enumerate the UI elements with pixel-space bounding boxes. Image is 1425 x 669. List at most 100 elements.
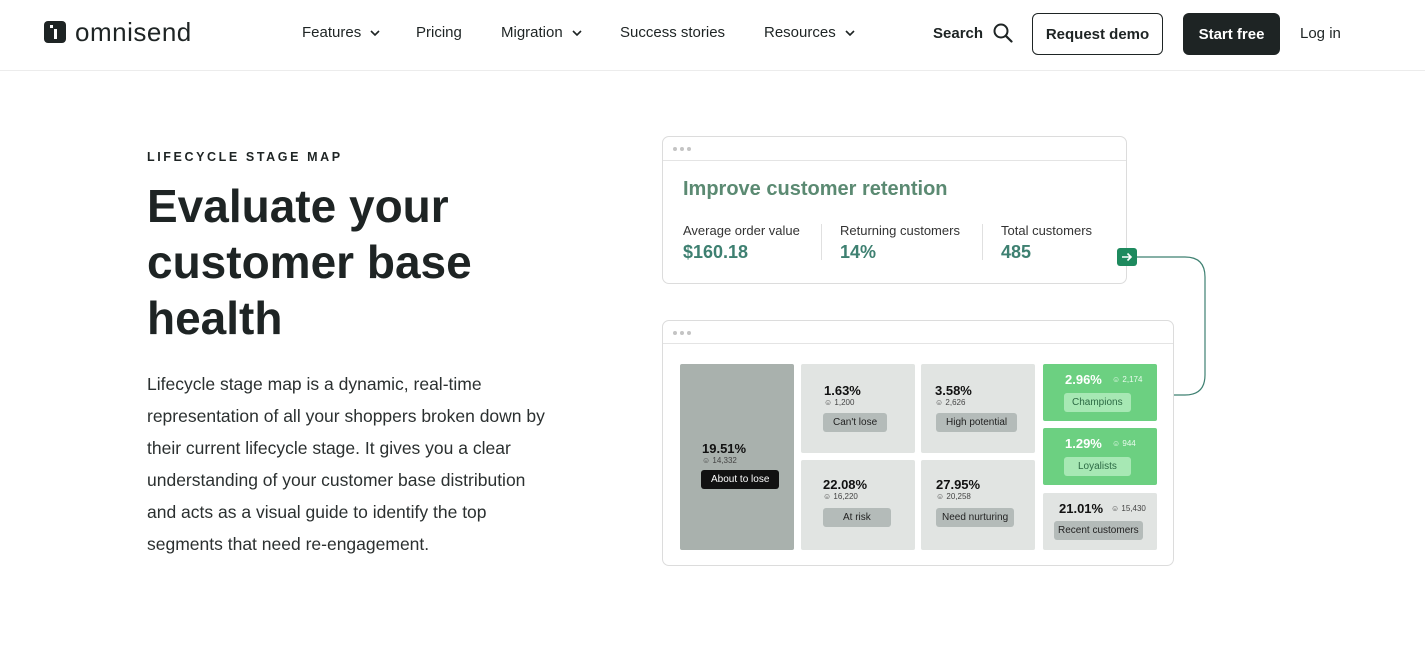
card-window-bar xyxy=(663,137,1126,161)
chevron-down-icon xyxy=(370,30,380,36)
stage-percent: 21.01% xyxy=(1059,501,1104,516)
stage-count: ☺ 2,626 xyxy=(935,398,965,407)
nav-success-stories[interactable]: Success stories xyxy=(620,24,725,42)
nav-resources[interactable]: Resources xyxy=(764,24,855,42)
person-icon: ☺ xyxy=(935,398,944,407)
omnisend-logo[interactable]: omnisend xyxy=(44,19,192,45)
stage-percent: 1.63% xyxy=(824,383,861,398)
stage-count-value: 2,626 xyxy=(945,398,966,407)
stage-count: ☺ 2,174 xyxy=(1112,375,1142,384)
stage-tile-recent-customers[interactable]: 21.01% ☺ 15,430 Recent customers xyxy=(1043,493,1157,550)
person-icon: ☺ xyxy=(824,398,833,407)
stage-tile-loyalists[interactable]: 1.29% ☺ 944 Loyalists xyxy=(1043,428,1157,485)
top-navigation: omnisend Features Pricing Migration Succ… xyxy=(0,0,1425,71)
stage-percent: 19.51% xyxy=(702,441,747,456)
stage-tile-champions[interactable]: 2.96% ☺ 2,174 Champions xyxy=(1043,364,1157,421)
nav-pricing-label: Pricing xyxy=(416,24,462,41)
request-demo-button[interactable]: Request demo xyxy=(1032,13,1163,55)
stage-count: ☺ 1,200 xyxy=(824,398,854,407)
description-line: segments that need re-engagement. xyxy=(147,534,430,554)
retention-card: Improve customer retention Average order… xyxy=(662,136,1127,284)
search-button[interactable]: Search xyxy=(933,23,1013,43)
stage-count: ☺ 944 xyxy=(1112,439,1136,448)
nav-migration-label: Migration xyxy=(501,24,563,41)
metric-divider xyxy=(982,224,983,260)
lifecycle-stage-map-card: 19.51% ☺ 14,332 About to lose 1.63% ☺ 1,… xyxy=(662,320,1174,566)
person-icon: ☺ xyxy=(936,492,945,501)
stage-percent: 1.29% xyxy=(1065,436,1102,451)
stage-percent: 27.95% xyxy=(936,477,981,492)
person-icon: ☺ xyxy=(1112,439,1121,448)
nav-resources-label: Resources xyxy=(764,24,836,41)
metric-divider xyxy=(821,224,822,260)
metric-value: 485 xyxy=(1001,242,1032,262)
window-dots-icon xyxy=(673,331,691,335)
description-line: their current lifecycle stage. It gives … xyxy=(147,438,511,458)
stage-count: ☺ 15,430 xyxy=(1111,504,1146,513)
stage-count: ☺ 14,332 xyxy=(702,456,737,465)
nav-features[interactable]: Features xyxy=(302,24,380,42)
arrow-right-icon xyxy=(1117,248,1137,266)
metric-label: Average order value xyxy=(683,223,800,238)
stage-label: Need nurturing xyxy=(936,508,1015,527)
person-icon: ☺ xyxy=(702,456,711,465)
stage-tile-about-to-lose[interactable]: 19.51% ☺ 14,332 About to lose xyxy=(680,364,794,550)
stage-label: Recent customers xyxy=(1054,521,1143,540)
stage-count-value: 14,332 xyxy=(712,456,737,465)
stage-label: At risk xyxy=(823,508,891,527)
stage-label: Champions xyxy=(1064,393,1131,412)
stage-percent: 2.96% xyxy=(1065,372,1102,387)
card-window-bar xyxy=(663,321,1173,344)
stage-count-value: 1,200 xyxy=(834,398,855,407)
stage-tile-cant-lose[interactable]: 1.63% ☺ 1,200 Can't lose xyxy=(801,364,915,453)
metric-value: $160.18 xyxy=(683,242,749,262)
person-icon: ☺ xyxy=(823,492,832,501)
stage-count-value: 944 xyxy=(1122,439,1136,448)
stage-count: ☺ 16,220 xyxy=(823,492,858,501)
description-line: and acts as a visual guide to identify t… xyxy=(147,502,487,522)
retention-card-title: Improve customer retention xyxy=(683,178,948,200)
stage-tile-need-nurturing[interactable]: 27.95% ☺ 20,258 Need nurturing xyxy=(921,460,1035,550)
metric-label: Total customers xyxy=(1001,223,1093,238)
start-free-button[interactable]: Start free xyxy=(1183,13,1280,55)
stage-count: ☺ 20,258 xyxy=(936,492,971,501)
description-line: Lifecycle stage map is a dynamic, real-t… xyxy=(147,374,482,394)
stage-percent: 3.58% xyxy=(935,383,972,398)
metric-total-customers: Total customers 485 xyxy=(1001,223,1092,263)
stage-tile-at-risk[interactable]: 22.08% ☺ 16,220 At risk xyxy=(801,460,915,550)
window-dots-icon xyxy=(673,147,691,151)
metric-value: 14% xyxy=(840,242,877,262)
omnisend-logo-icon xyxy=(44,21,66,43)
stage-label: Loyalists xyxy=(1064,457,1131,476)
hero-description: Lifecycle stage map is a dynamic, real-t… xyxy=(147,368,567,560)
nav-features-label: Features xyxy=(302,24,362,41)
stage-count-value: 15,430 xyxy=(1121,504,1146,513)
person-icon: ☺ xyxy=(1112,375,1121,384)
person-icon: ☺ xyxy=(1111,504,1120,513)
login-link[interactable]: Log in xyxy=(1300,25,1341,42)
chevron-down-icon xyxy=(572,30,582,36)
stage-label: High potential xyxy=(936,413,1018,432)
nav-success-stories-label: Success stories xyxy=(620,24,726,41)
stage-tile-high-potential[interactable]: 3.58% ☺ 2,626 High potential xyxy=(921,364,1035,453)
headline-line: Evaluate your xyxy=(147,180,449,232)
nav-migration[interactable]: Migration xyxy=(501,24,582,42)
brand-name: omnisend xyxy=(75,17,192,47)
stage-label: About to lose xyxy=(701,470,780,489)
stage-count-value: 16,220 xyxy=(833,492,858,501)
description-line: representation of all your shoppers brok… xyxy=(147,406,545,426)
stage-count-value: 20,258 xyxy=(946,492,971,501)
search-label: Search xyxy=(933,24,984,42)
nav-pricing[interactable]: Pricing xyxy=(416,24,462,42)
description-line: understanding of your customer base dist… xyxy=(147,470,526,490)
page-headline: Evaluate your customer base health xyxy=(147,178,577,346)
metric-label: Returning customers xyxy=(840,223,960,238)
stage-percent: 22.08% xyxy=(823,477,868,492)
metric-returning-customers: Returning customers 14% xyxy=(840,223,960,263)
stage-label: Can't lose xyxy=(823,413,888,432)
headline-line: customer base xyxy=(147,236,472,288)
chevron-down-icon xyxy=(845,30,855,36)
section-eyebrow: LIFECYCLE STAGE MAP xyxy=(147,150,343,164)
search-icon xyxy=(993,23,1013,43)
headline-line: health xyxy=(147,292,283,344)
